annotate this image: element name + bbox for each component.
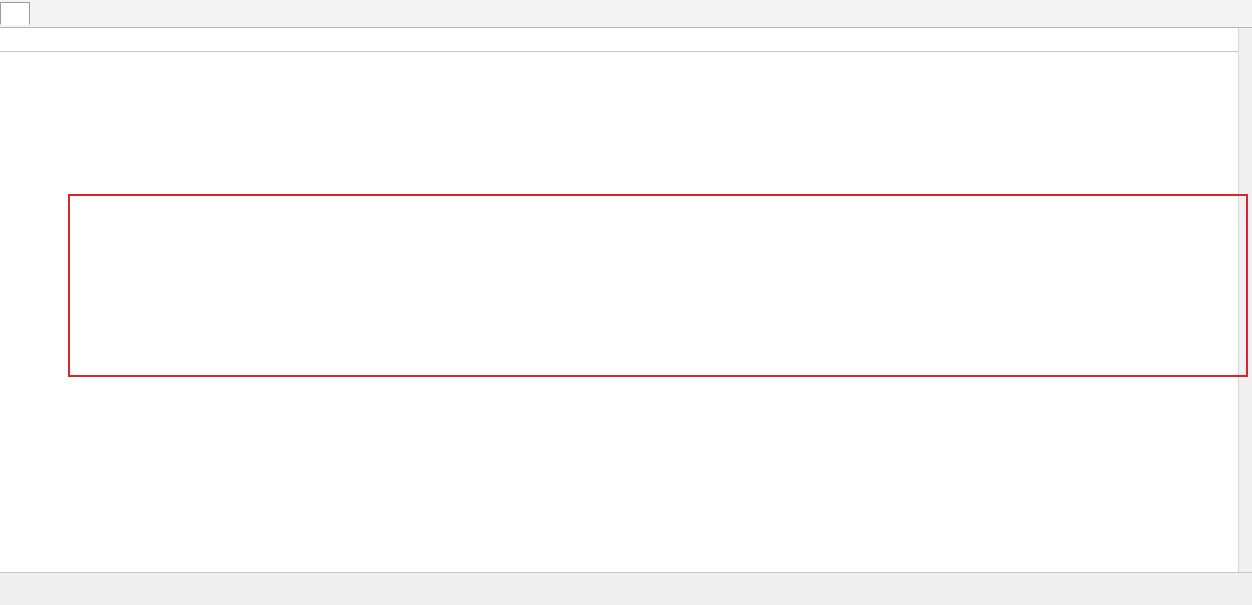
annotation-frame bbox=[68, 194, 1248, 377]
trade-history-panel bbox=[0, 0, 1252, 605]
table-header bbox=[0, 28, 1238, 52]
tabs bbox=[0, 2, 1192, 28]
tab-1[interactable] bbox=[0, 2, 30, 25]
tab-2[interactable] bbox=[30, 2, 60, 25]
summary-footer bbox=[0, 572, 1252, 605]
tab-bar bbox=[0, 0, 1252, 28]
